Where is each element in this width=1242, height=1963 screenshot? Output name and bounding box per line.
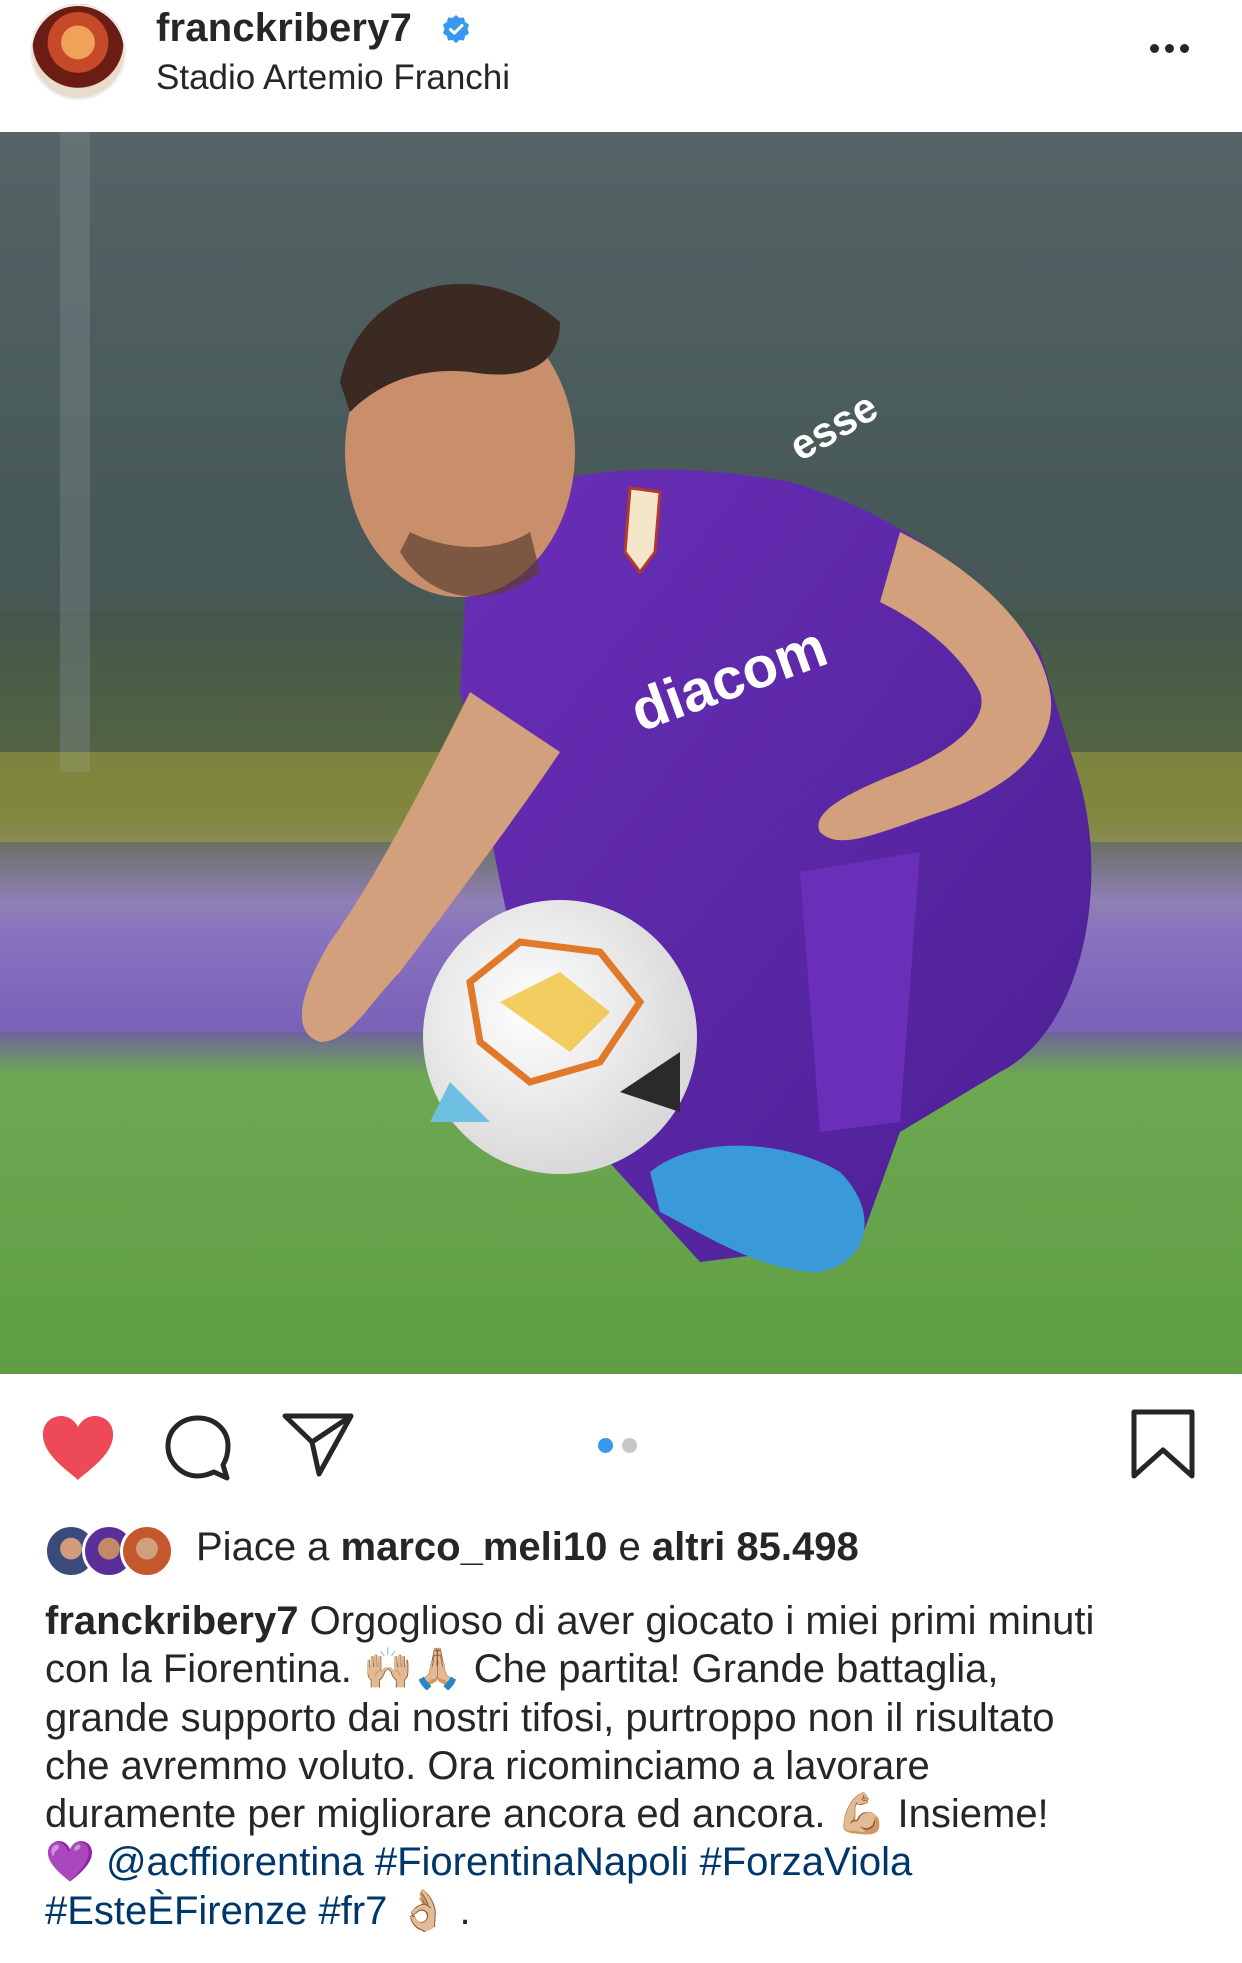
flexed-biceps-emoji: 💪🏼 (836, 1791, 887, 1838)
liker-avatars (44, 1520, 179, 1578)
hashtag-link[interactable]: #ForzaViola (700, 1840, 913, 1884)
football-player-photo: diacom esse (0, 132, 1242, 1374)
caption-text: che avremmo voluto. Ora ricominciamo a l… (45, 1743, 930, 1788)
more-icon[interactable] (1150, 40, 1198, 56)
purple-heart-emoji: 💜 (45, 1839, 95, 1886)
caption-text: duramente per migliorare ancora ed ancor… (45, 1792, 826, 1837)
caption-text: Orgoglioso di aver giocato i miei primi … (309, 1599, 1095, 1643)
avatar (120, 1524, 174, 1578)
post-header: franckribery7 Stadio Artemio Franchi (0, 0, 1242, 132)
carousel-dot-active (598, 1438, 613, 1453)
post-caption: franckribery7 Orgoglioso di aver giocato… (45, 1597, 1205, 1935)
caption-text: con la Fiorentina. (45, 1647, 352, 1692)
hashtag-link[interactable]: #fr7 (318, 1889, 387, 1933)
caption-text: . (459, 1888, 471, 1933)
mention-link[interactable]: @acffiorentina (106, 1840, 364, 1884)
hashtag-link[interactable]: #EsteÈFirenze (45, 1889, 307, 1933)
caption-text: Che partita! Grande battaglia, (473, 1647, 999, 1692)
caption-text: grande supporto dai nostri tifosi, purtr… (45, 1695, 1055, 1740)
carousel-dot (622, 1438, 637, 1453)
heart-icon[interactable] (40, 1414, 116, 1482)
user-avatar[interactable] (30, 4, 126, 100)
comment-icon[interactable] (164, 1414, 232, 1482)
likes-joiner: e (618, 1525, 641, 1569)
bookmark-icon[interactable] (1130, 1408, 1196, 1480)
raised-hands-emoji: 🙌🏼🙏🏼 (362, 1646, 463, 1693)
likes-text: Piace a marco_meli10 e altri 85.498 (196, 1525, 859, 1570)
location-link[interactable]: Stadio Artemio Franchi (156, 58, 510, 98)
caption-text: Insieme! (897, 1792, 1049, 1837)
likes-prefix: Piace a (196, 1525, 330, 1569)
post-photo[interactable]: diacom esse (0, 132, 1242, 1374)
share-icon[interactable] (282, 1412, 354, 1478)
verified-badge-icon (443, 15, 469, 43)
caption-author-link[interactable]: franckribery7 (45, 1599, 298, 1643)
username[interactable]: franckribery7 (156, 6, 412, 51)
first-liker-link[interactable]: marco_meli10 (341, 1525, 608, 1569)
ok-hand-emoji: 👌🏼 (398, 1887, 449, 1934)
carousel-indicator (598, 1438, 646, 1458)
likes-count-link[interactable]: altri 85.498 (652, 1525, 859, 1569)
hashtag-link[interactable]: #FiorentinaNapoli (375, 1840, 689, 1884)
likes-summary[interactable]: Piace a marco_meli10 e altri 85.498 (44, 1520, 1204, 1580)
